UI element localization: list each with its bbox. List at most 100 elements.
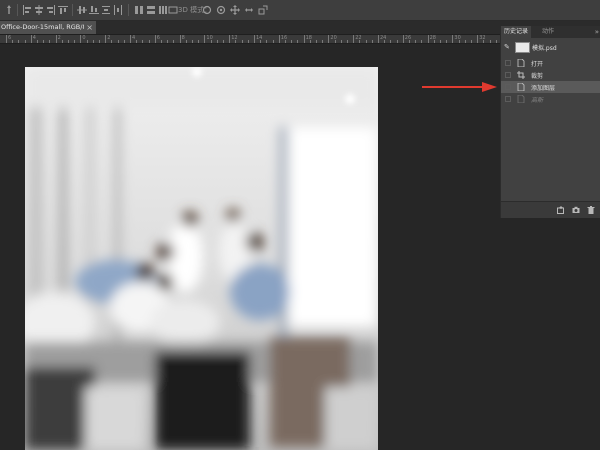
ruler-tick: [167, 40, 169, 43]
ruler-tick: [260, 40, 262, 43]
ruler-tick: [223, 40, 224, 43]
ruler-tick: [136, 40, 138, 43]
ruler-number: 12: [231, 35, 238, 41]
ruler-tick: [433, 40, 435, 43]
close-icon[interactable]: ×: [86, 21, 93, 34]
delete-trash-icon[interactable]: [587, 206, 595, 214]
ruler-tick: [68, 40, 69, 43]
ruler-tick: [18, 40, 20, 43]
ruler-tick: [111, 40, 113, 43]
ruler-tick: [229, 35, 231, 43]
ruler-number: 2: [57, 35, 61, 41]
align-top-icon[interactable]: [58, 5, 68, 15]
document-tab[interactable]: Office-Door-15mall, RGB/8#) * ×: [0, 21, 96, 34]
document-icon: [517, 59, 525, 67]
ruler-tick: [322, 40, 324, 43]
ruler-tick: [409, 40, 410, 43]
ruler-tick: [309, 40, 311, 43]
auto-align-icon[interactable]: [168, 5, 178, 15]
align-middle-icon[interactable]: [77, 5, 87, 15]
document-icon: [517, 95, 525, 103]
ruler-tick: [130, 35, 131, 43]
ruler-tick: [303, 35, 305, 43]
ruler-number: 8: [181, 35, 185, 41]
distribute-icon[interactable]: [101, 5, 111, 15]
align-bottom-icon[interactable]: [89, 5, 99, 15]
distribute-vertical-icon[interactable]: [113, 5, 123, 15]
ruler-number: 14: [256, 35, 263, 41]
history-snapshot[interactable]: ✎ 模拟.psd: [501, 40, 600, 55]
ruler-tick: [179, 35, 181, 43]
history-brush-source[interactable]: [505, 96, 511, 102]
ruler-tick: [80, 35, 82, 43]
ruler-tick: [37, 40, 38, 43]
ruler-number: 2: [107, 35, 111, 41]
ruler-number: 6: [8, 35, 12, 41]
history-brush-icon[interactable]: ✎: [504, 43, 510, 51]
divider: [17, 4, 18, 16]
ruler-tick: [489, 40, 491, 43]
move-tool-icon[interactable]: [4, 5, 14, 15]
ruler-tick: [24, 40, 26, 43]
ruler-tick: [192, 40, 193, 43]
ruler-tick: [92, 40, 94, 43]
ruler-number: 26: [404, 35, 412, 41]
history-item-undone[interactable]: 高斯: [501, 93, 600, 105]
ruler-tick: [173, 40, 175, 43]
slide-3d-icon[interactable]: [244, 5, 254, 15]
ruler-tick: [390, 40, 392, 43]
roll-3d-icon[interactable]: [216, 5, 226, 15]
ruler-tick: [291, 40, 293, 43]
ruler-number: 32: [479, 35, 486, 41]
scale-3d-icon[interactable]: [258, 5, 268, 15]
history-item[interactable]: 打开: [501, 57, 600, 69]
drag-3d-icon[interactable]: [230, 5, 240, 15]
align-left-icon[interactable]: [22, 5, 32, 15]
history-item-label: 打开: [531, 61, 544, 68]
ruler-tick: [365, 40, 367, 43]
divider: [128, 4, 129, 16]
canvas-image: [25, 67, 378, 450]
ruler-tick: [402, 35, 404, 43]
ruler-number: 0: [82, 35, 86, 41]
distribute-horizontal-icon[interactable]: [134, 5, 144, 15]
align-center-icon[interactable]: [34, 5, 44, 15]
annotation-arrow: [422, 82, 497, 92]
ruler-tick: [30, 35, 32, 43]
history-brush-source[interactable]: [505, 72, 511, 78]
ruler-number: 4: [132, 35, 136, 41]
history-item-selected[interactable]: 添加图层: [501, 81, 600, 93]
arrow-head: [482, 82, 497, 92]
ruler-tick: [235, 40, 237, 43]
ruler-tick: [247, 40, 249, 43]
ruler-tick: [347, 40, 348, 43]
history-item[interactable]: 裁剪: [501, 69, 600, 81]
crop-icon: [517, 71, 525, 79]
ruler-tick: [495, 40, 497, 43]
ruler-tick: [204, 35, 206, 43]
ruler-tick: [241, 40, 243, 43]
tab-actions[interactable]: 动作: [539, 26, 557, 38]
snapshot-thumbnail: [515, 42, 530, 53]
ruler-tick: [334, 40, 336, 43]
snapshot-camera-icon[interactable]: [572, 206, 580, 214]
ruler-tick: [340, 40, 342, 43]
ruler-tick: [415, 40, 417, 43]
ruler-tick: [61, 40, 63, 43]
ruler-number: 22: [355, 35, 362, 41]
history-brush-source[interactable]: [505, 84, 511, 90]
ruler-tick: [198, 40, 200, 43]
document-icon: [517, 83, 525, 91]
distribute-gap-icon[interactable]: [158, 5, 168, 15]
align-right-icon[interactable]: [46, 5, 56, 15]
ruler-tick: [378, 35, 379, 43]
distribute-space-icon[interactable]: [146, 5, 156, 15]
panel-menu-icon[interactable]: »: [595, 26, 599, 38]
new-document-from-state-icon[interactable]: [557, 206, 565, 214]
tab-history[interactable]: 历史记录: [501, 26, 532, 38]
history-brush-source[interactable]: [505, 60, 511, 66]
ruler-tick: [123, 40, 125, 43]
ruler-tick: [117, 40, 119, 43]
ruler-tick: [216, 40, 218, 43]
rotate-3d-icon[interactable]: [202, 5, 212, 15]
